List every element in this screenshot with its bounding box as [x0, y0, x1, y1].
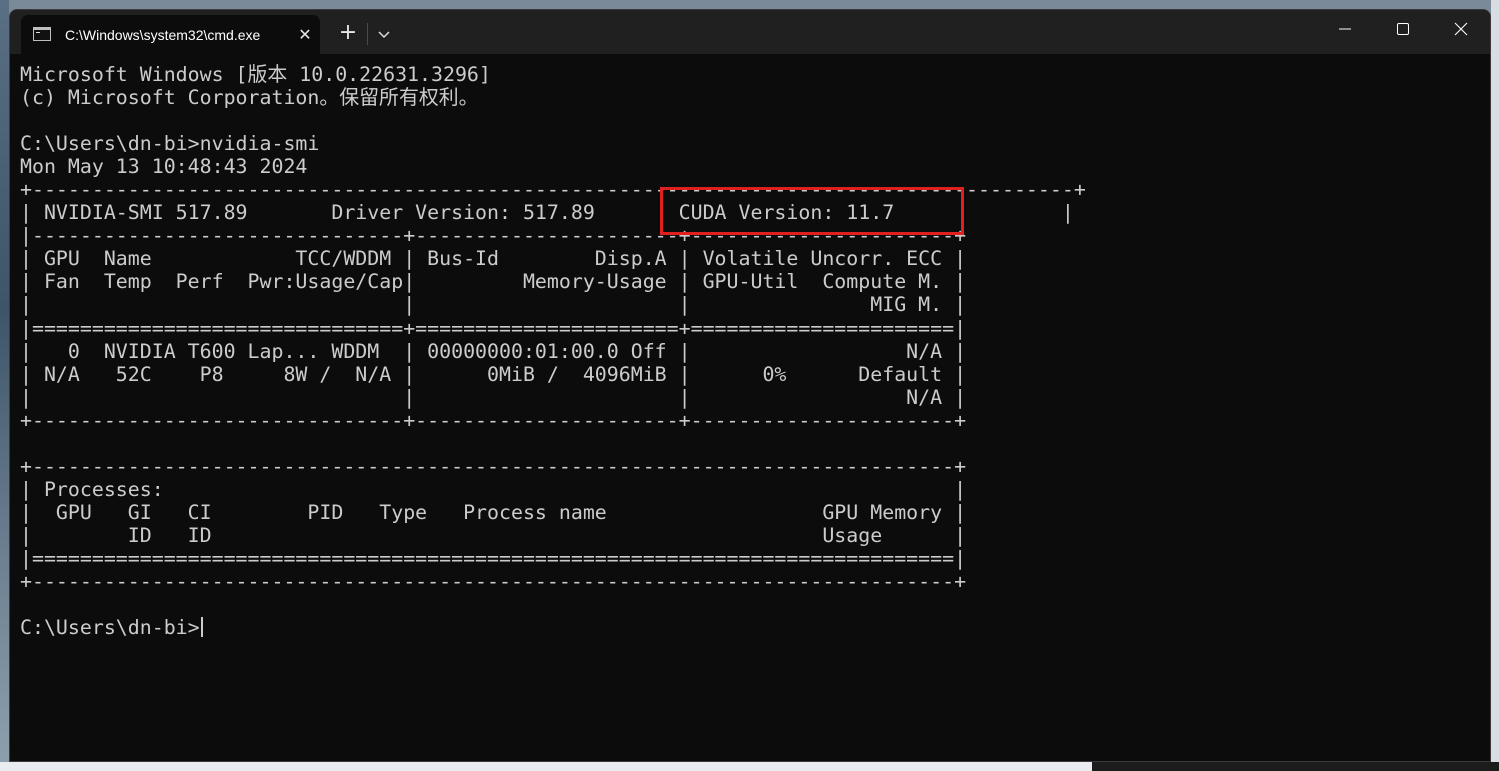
terminal-line: +-------------------------------+-------…	[20, 408, 967, 432]
close-button[interactable]	[1432, 10, 1490, 48]
terminal-line: C:\Users\dn-bi>nvidia-smi	[20, 132, 320, 156]
terminal-text: Microsoft Windows [版本 10.0.22631.3296] (…	[20, 63, 1086, 639]
terminal-line: Mon May 13 10:48:43 2024	[20, 155, 308, 179]
terminal-line: +---------------------------------------…	[20, 454, 967, 478]
desktop-background-right	[1491, 0, 1499, 771]
taskbar-dark-segment	[1092, 762, 1499, 771]
minimize-icon	[1339, 28, 1351, 30]
text-cursor	[200, 617, 203, 638]
tab-separator	[367, 23, 368, 45]
terminal-line: | 0 NVIDIA T600 Lap... WDDM | 00000000:0…	[20, 339, 967, 363]
terminal-line: Microsoft Windows [版本 10.0.22631.3296]	[20, 63, 491, 86]
terminal-line: | N/A 52C P8 8W / N/A | 0MiB / 4096MiB |…	[20, 362, 967, 386]
maximize-button[interactable]	[1374, 10, 1432, 48]
desktop-background-left	[0, 0, 9, 771]
new-tab-button[interactable]: +	[335, 21, 361, 47]
terminal-line: | Processes: |	[20, 477, 967, 501]
title-bar[interactable]: C:\Windows\system32\cmd.exe ✕ +	[10, 10, 1490, 54]
chevron-down-icon[interactable]	[372, 22, 396, 46]
close-icon	[1454, 22, 1468, 36]
terminal-line: | GPU Name TCC/WDDM | Bus-Id Disp.A | Vo…	[20, 247, 967, 271]
terminal-prompt: C:\Users\dn-bi>	[20, 616, 200, 640]
terminal-line: | | | N/A |	[20, 385, 967, 409]
terminal-window: C:\Windows\system32\cmd.exe ✕ + Microsof…	[9, 9, 1491, 762]
terminal-line: | Fan Temp Perf Pwr:Usage/Cap| Memory-Us…	[20, 270, 967, 294]
terminal-line: | GPU GI CI PID Type Process name GPU Me…	[20, 500, 967, 524]
terminal-output[interactable]: Microsoft Windows [版本 10.0.22631.3296] (…	[10, 54, 1490, 761]
tab-cmd[interactable]: C:\Windows\system32\cmd.exe ✕	[21, 15, 320, 54]
minimize-button[interactable]	[1316, 10, 1374, 48]
terminal-line: | ID ID Usage |	[20, 523, 967, 547]
terminal-line: +---------------------------------------…	[20, 570, 967, 594]
maximize-icon	[1397, 23, 1409, 35]
terminal-line: (c) Microsoft Corporation。保留所有权利。	[20, 86, 479, 110]
desktop-taskbar-strip	[0, 762, 1499, 771]
terminal-line: |===============================+=======…	[20, 316, 967, 340]
console-icon	[33, 27, 51, 41]
cuda-version-highlight-box	[660, 187, 964, 235]
terminal-line: | | | MIG M. |	[20, 293, 967, 317]
tab-title: C:\Windows\system32\cmd.exe	[65, 27, 261, 43]
terminal-line: |=======================================…	[20, 546, 967, 570]
tab-close-icon[interactable]: ✕	[293, 23, 317, 47]
